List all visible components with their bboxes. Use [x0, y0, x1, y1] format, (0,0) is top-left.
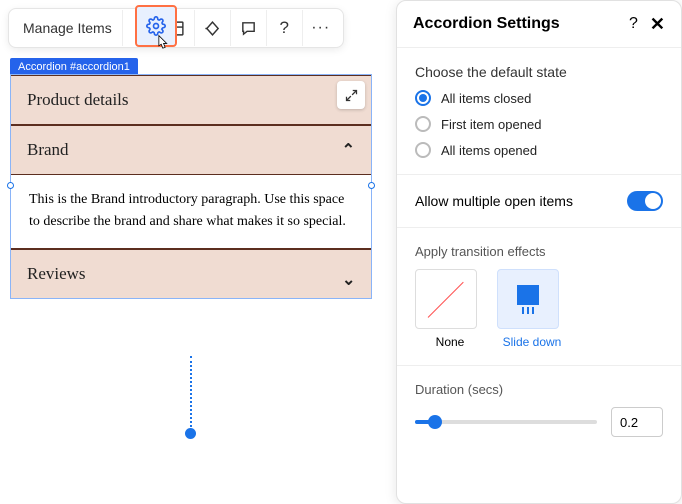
radio-all-open[interactable]: All items opened [415, 142, 663, 158]
radio-icon [415, 90, 431, 106]
diamond-icon [204, 20, 221, 37]
radio-icon [415, 116, 431, 132]
expand-icon [344, 88, 359, 103]
default-state-label: Choose the default state [415, 64, 663, 80]
slide-down-icon [517, 285, 539, 314]
radio-all-closed[interactable]: All items closed [415, 90, 663, 106]
manage-items-button[interactable]: Manage Items [13, 10, 123, 46]
pointer-cursor-icon [152, 34, 172, 56]
gear-icon [146, 16, 166, 36]
accordion-item-body[interactable]: This is the Brand introductory paragraph… [11, 175, 371, 249]
none-icon [426, 279, 466, 319]
effect-label: None [415, 335, 485, 349]
anchor-guide-line [190, 356, 192, 431]
duration-slider[interactable] [415, 420, 597, 424]
accordion-item-title: Product details [27, 90, 129, 110]
panel-help-button[interactable]: ? [629, 15, 638, 33]
effect-slide-down[interactable]: Slide down [497, 269, 567, 349]
expand-button[interactable] [337, 81, 365, 109]
transition-label: Apply transition effects [415, 244, 663, 259]
accordion-item-title: Brand [27, 140, 69, 160]
radio-first-open[interactable]: First item opened [415, 116, 663, 132]
more-button[interactable]: ··· [303, 10, 339, 46]
duration-label: Duration (secs) [415, 382, 663, 397]
accordion-item-header[interactable]: Product details [11, 75, 371, 125]
accordion-item-title: Reviews [27, 264, 86, 284]
panel-header: Accordion Settings ? ✕ [397, 1, 681, 48]
accordion-item-header[interactable]: Brand ⌃ [11, 125, 371, 175]
radio-label: First item opened [441, 117, 541, 132]
anchor-handle[interactable] [185, 428, 196, 439]
multi-open-label: Allow multiple open items [415, 193, 573, 209]
effect-none[interactable]: None [415, 269, 485, 349]
settings-panel: Accordion Settings ? ✕ Choose the defaul… [396, 0, 682, 504]
comment-icon [240, 20, 257, 37]
radio-label: All items closed [441, 91, 531, 106]
comment-button[interactable] [231, 10, 267, 46]
chevron-up-icon: ⌃ [342, 140, 355, 160]
accordion-preview[interactable]: Product details Brand ⌃ This is the Bran… [10, 74, 372, 299]
duration-input[interactable] [611, 407, 663, 437]
chevron-down-icon: ⌃ [342, 268, 355, 288]
multi-open-toggle[interactable] [627, 191, 663, 211]
radio-label: All items opened [441, 143, 537, 158]
accordion-item-header[interactable]: Reviews ⌃ [11, 249, 371, 298]
radio-icon [415, 142, 431, 158]
resize-handle-right[interactable] [368, 182, 375, 189]
animation-button[interactable] [195, 10, 231, 46]
help-button[interactable]: ? [267, 10, 303, 46]
panel-title: Accordion Settings [413, 15, 560, 33]
slider-knob[interactable] [428, 415, 442, 429]
close-button[interactable]: ✕ [650, 17, 665, 31]
effect-label: Slide down [497, 335, 567, 349]
